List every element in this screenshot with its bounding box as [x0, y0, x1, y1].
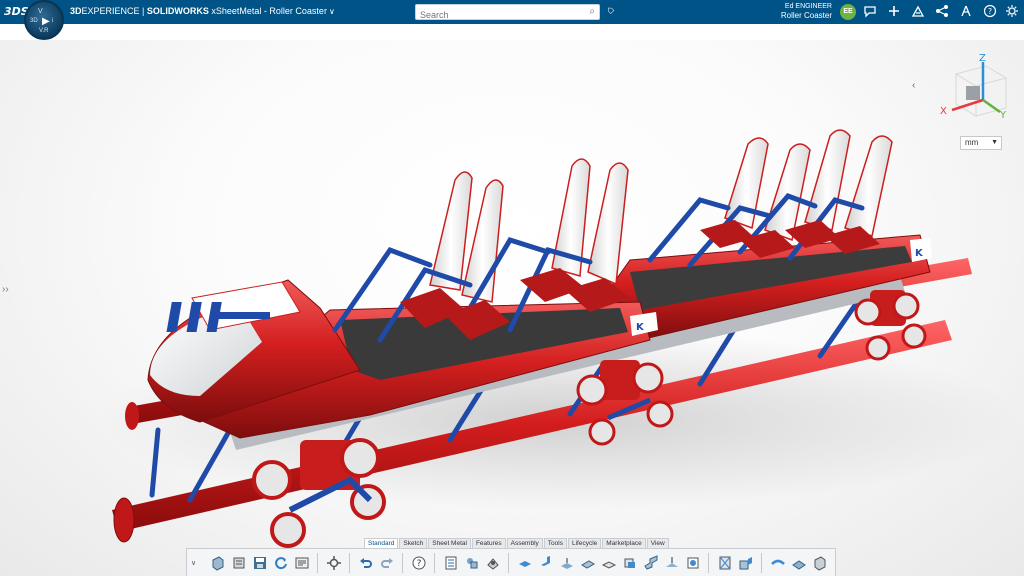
separator	[508, 552, 509, 573]
separator	[761, 552, 762, 573]
brand-solidworks: SOLIDWORKS	[146, 6, 209, 16]
cross-break-icon[interactable]	[716, 554, 734, 572]
edge-flange-icon[interactable]	[537, 554, 555, 572]
collapse-panel-icon[interactable]: ‹	[912, 80, 915, 91]
app-name: xSheetMetal - Roller Coaster	[208, 6, 327, 16]
chevron-down-icon: ▼	[991, 139, 998, 146]
user-name: Ed ENGINEER	[784, 3, 832, 10]
compass-info[interactable]: i	[52, 18, 53, 24]
compass-vr[interactable]: V.R	[39, 28, 48, 34]
triad-z-label: Z	[979, 53, 986, 64]
sheet-list-icon[interactable]	[442, 554, 460, 572]
help-icon[interactable]: ?	[982, 4, 998, 20]
separator	[402, 552, 403, 573]
brand-separator: |	[139, 6, 147, 16]
options-gear-icon[interactable]	[325, 554, 343, 572]
properties-icon[interactable]	[293, 554, 311, 572]
compass-3d[interactable]: 3D	[30, 18, 38, 24]
new-part-icon[interactable]	[209, 554, 227, 572]
chevron-down-icon[interactable]: ∨	[329, 7, 335, 16]
base-flange-icon[interactable]	[516, 554, 534, 572]
sketch-tools-icon[interactable]	[463, 554, 481, 572]
lofted-bend-icon[interactable]	[811, 554, 829, 572]
user-info[interactable]: Ed ENGINEER Roller Coaster	[760, 2, 832, 21]
avatar[interactable]: EE	[840, 4, 856, 20]
roller-coaster-model[interactable]: K K	[0, 40, 1024, 576]
triad-y-label: Y	[999, 110, 1007, 121]
hem-icon[interactable]	[579, 554, 597, 572]
left-panel-expand-icon[interactable]: ››	[2, 284, 9, 295]
search-input[interactable]	[420, 8, 580, 22]
undo-icon[interactable]	[357, 554, 375, 572]
action-bar: ∨ ?	[186, 548, 836, 576]
compass-tool-icon[interactable]	[958, 4, 974, 20]
3d-viewport[interactable]: K K ›› ‹ Z X Y mm ▼	[0, 40, 1024, 576]
brand-logo: 3DS	[4, 5, 29, 18]
separator	[434, 552, 435, 573]
separator	[708, 552, 709, 573]
unit-select[interactable]: mm ▼	[960, 136, 1002, 150]
collab-space-name: Roller Coaster	[780, 11, 832, 20]
insert-bends-icon[interactable]	[790, 554, 808, 572]
unit-value: mm	[965, 138, 979, 147]
separator	[317, 552, 318, 573]
search-icon[interactable]: ⌕	[589, 6, 595, 17]
jog-icon[interactable]	[642, 554, 660, 572]
refresh-icon[interactable]	[272, 554, 290, 572]
miter-flange-icon[interactable]	[558, 554, 576, 572]
help-icon[interactable]: ?	[410, 554, 428, 572]
search-box[interactable]: ⌕	[415, 4, 600, 22]
flatten-icon[interactable]	[684, 554, 702, 572]
save-icon[interactable]	[251, 554, 269, 572]
compass-widget[interactable]: V 3D ▶ i V.R	[24, 0, 64, 40]
tag-icon[interactable]: ⌂	[604, 3, 617, 16]
network-icon[interactable]	[934, 4, 950, 20]
brand-experience: EXPERIENCE	[81, 6, 140, 16]
sketched-bend-icon[interactable]	[663, 554, 681, 572]
compass-top[interactable]: V	[38, 8, 43, 15]
svg-text:K: K	[915, 248, 924, 259]
svg-text:?: ?	[988, 7, 992, 16]
open-icon[interactable]	[230, 554, 248, 572]
svg-text:?: ?	[416, 559, 421, 569]
triad-x-label: X	[940, 106, 947, 117]
convert-icon[interactable]	[769, 554, 787, 572]
top-bar: 3DS 3DEXPERIENCE | SOLIDWORKS xSheetMeta…	[0, 0, 1024, 24]
forming-tool-icon[interactable]	[737, 554, 755, 572]
redo-icon[interactable]	[378, 554, 396, 572]
share-icon[interactable]	[910, 4, 926, 20]
brand-3d: 3D	[70, 6, 82, 16]
compass-play-icon[interactable]: ▶	[42, 16, 50, 27]
chat-icon[interactable]	[862, 4, 878, 20]
view-triad[interactable]: Z X Y	[936, 52, 1016, 132]
action-bar-collapse-icon[interactable]: ∨	[191, 559, 199, 567]
add-icon[interactable]	[886, 4, 902, 20]
app-title[interactable]: 3DEXPERIENCE | SOLIDWORKS xSheetMetal - …	[70, 6, 335, 16]
tab-icon[interactable]	[600, 554, 618, 572]
settings-icon[interactable]	[1004, 4, 1020, 20]
cut-icon[interactable]	[621, 554, 639, 572]
assembly-icon[interactable]	[484, 554, 502, 572]
svg-text:K: K	[636, 322, 645, 333]
separator	[349, 552, 350, 573]
